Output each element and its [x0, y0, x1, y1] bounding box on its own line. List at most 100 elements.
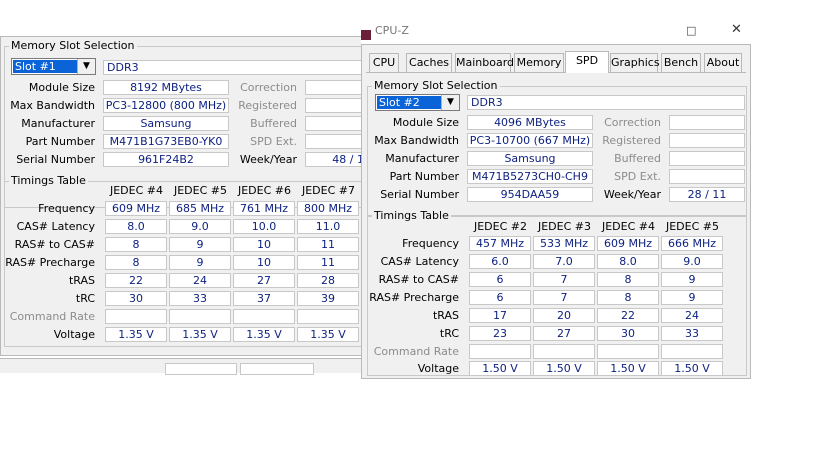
left-slot-group-title: Memory Slot Selection [9, 39, 137, 52]
right-rascas-2: 7 [533, 272, 595, 287]
right-titlebar: CPU-Z □ ✕ [361, 22, 751, 44]
right-slot-value: Slot #2 [377, 96, 441, 109]
right-registered-value [669, 133, 745, 148]
left-tras-4: 28 [297, 273, 359, 288]
left-registered-value [305, 98, 361, 113]
left-trc-1: 30 [105, 291, 167, 306]
minimize-icon[interactable]: □ [686, 24, 696, 37]
right-trc-4: 33 [661, 326, 723, 341]
tab-graphics[interactable]: Graphics [610, 53, 660, 72]
footer-field-2 [240, 363, 314, 375]
right-volt-2: 1.50 V [533, 361, 595, 376]
tab-memory[interactable]: Memory [514, 53, 564, 72]
left-module-size-label: Module Size [28, 81, 95, 94]
right-volt-1: 1.50 V [469, 361, 531, 376]
cpuz-app-icon [361, 30, 371, 40]
left-serial-number-label: Serial Number [16, 153, 95, 166]
right-ras-precharge-label: RAS# Precharge [369, 291, 459, 304]
left-week-year-value: 48 / 14 [305, 152, 361, 167]
right-registered-label: Registered [602, 134, 661, 147]
left-rascas-2: 9 [169, 237, 231, 252]
chevron-down-icon[interactable]: ▼ [77, 59, 95, 74]
left-serial-number-value: 961F24B2 [103, 152, 229, 167]
left-volt-2: 1.35 V [169, 327, 231, 342]
left-col-jedec-4: JEDEC #4 [109, 184, 163, 197]
right-max-bandwidth-label: Max Bandwidth [374, 134, 459, 147]
tab-bench[interactable]: Bench [661, 53, 701, 72]
right-tras-4: 24 [661, 308, 723, 323]
left-col-jedec-7: JEDEC #7 [301, 184, 355, 197]
right-freq-1: 457 MHz [469, 236, 531, 251]
left-tras-2: 24 [169, 273, 231, 288]
tab-spd[interactable]: SPD [565, 51, 609, 73]
right-tras-1: 17 [469, 308, 531, 323]
tab-about[interactable]: About [704, 53, 742, 72]
left-trc-3: 37 [233, 291, 295, 306]
left-cr-1 [105, 309, 167, 324]
right-cr-3 [597, 344, 659, 359]
left-rp-2: 9 [169, 255, 231, 270]
right-tras-label: tRAS [432, 309, 459, 322]
left-memory-type: DDR3 [103, 60, 361, 75]
right-col-jedec-3: JEDEC #3 [537, 220, 591, 233]
left-freq-1: 609 MHz [105, 201, 167, 216]
right-correction-value [669, 115, 745, 130]
left-timings-title: Timings Table [9, 174, 88, 187]
left-cas-2: 9.0 [169, 219, 231, 234]
left-slot-dropdown[interactable]: Slot #1 ▼ [11, 58, 96, 75]
right-spd-ext-label: SPD Ext. [614, 170, 661, 183]
right-part-number-label: Part Number [389, 170, 459, 183]
right-trc-2: 27 [533, 326, 595, 341]
left-freq-3: 761 MHz [233, 201, 295, 216]
left-rp-3: 10 [233, 255, 295, 270]
right-slot-group-title: Memory Slot Selection [372, 79, 500, 92]
right-cas-4: 9.0 [661, 254, 723, 269]
tab-mainboard[interactable]: Mainboard [455, 53, 514, 72]
right-module-size-label: Module Size [392, 116, 459, 129]
left-slot-value: Slot #1 [13, 60, 77, 73]
right-slot-dropdown[interactable]: Slot #2 ▼ [375, 94, 460, 111]
left-volt-1: 1.35 V [105, 327, 167, 342]
left-max-bandwidth-value: PC3-12800 (800 MHz) [103, 98, 229, 113]
left-ras-cas-label: RAS# to CAS# [14, 238, 95, 251]
right-spd-ext-value [669, 169, 745, 184]
left-volt-4: 1.35 V [297, 327, 359, 342]
left-rascas-4: 11 [297, 237, 359, 252]
left-freq-4: 800 MHz [297, 201, 359, 216]
right-rp-2: 7 [533, 290, 595, 305]
left-freq-2: 685 MHz [169, 201, 231, 216]
left-correction-value [305, 80, 361, 95]
left-cr-3 [233, 309, 295, 324]
right-trc-3: 30 [597, 326, 659, 341]
left-module-size-value: 8192 MBytes [103, 80, 229, 95]
right-max-bandwidth-value: PC3-10700 (667 MHz) [467, 133, 593, 148]
left-cas-1: 8.0 [105, 219, 167, 234]
left-rp-1: 8 [105, 255, 167, 270]
right-freq-4: 666 MHz [661, 236, 723, 251]
tab-underline [366, 72, 746, 73]
right-rascas-3: 8 [597, 272, 659, 287]
left-voltage-label: Voltage [53, 328, 95, 341]
left-buffered-label: Buffered [250, 117, 297, 130]
right-col-jedec-5: JEDEC #5 [665, 220, 719, 233]
close-icon[interactable]: ✕ [731, 22, 742, 37]
left-part-number-label: Part Number [25, 135, 95, 148]
left-rascas-1: 8 [105, 237, 167, 252]
right-cas-label: CAS# Latency [380, 255, 459, 268]
right-part-number-value: M471B5273CH0-CH9 [467, 169, 593, 184]
left-week-year-label: Week/Year [239, 153, 297, 166]
left-tras-label: tRAS [68, 274, 95, 287]
right-col-jedec-2: JEDEC #2 [473, 220, 527, 233]
left-trc-label: tRC [75, 292, 95, 305]
left-command-rate-label: Command Rate [9, 310, 95, 323]
left-trc-2: 33 [169, 291, 231, 306]
left-part-number-value: M471B1G73EB0-YK0 [103, 134, 229, 149]
tab-caches[interactable]: Caches [406, 53, 452, 72]
tab-cpu[interactable]: CPU [369, 53, 399, 72]
left-tras-3: 27 [233, 273, 295, 288]
left-buffered-value [305, 116, 361, 131]
left-manufacturer-label: Manufacturer [21, 117, 95, 130]
chevron-down-icon[interactable]: ▼ [441, 95, 459, 110]
right-freq-2: 533 MHz [533, 236, 595, 251]
right-rp-3: 8 [597, 290, 659, 305]
